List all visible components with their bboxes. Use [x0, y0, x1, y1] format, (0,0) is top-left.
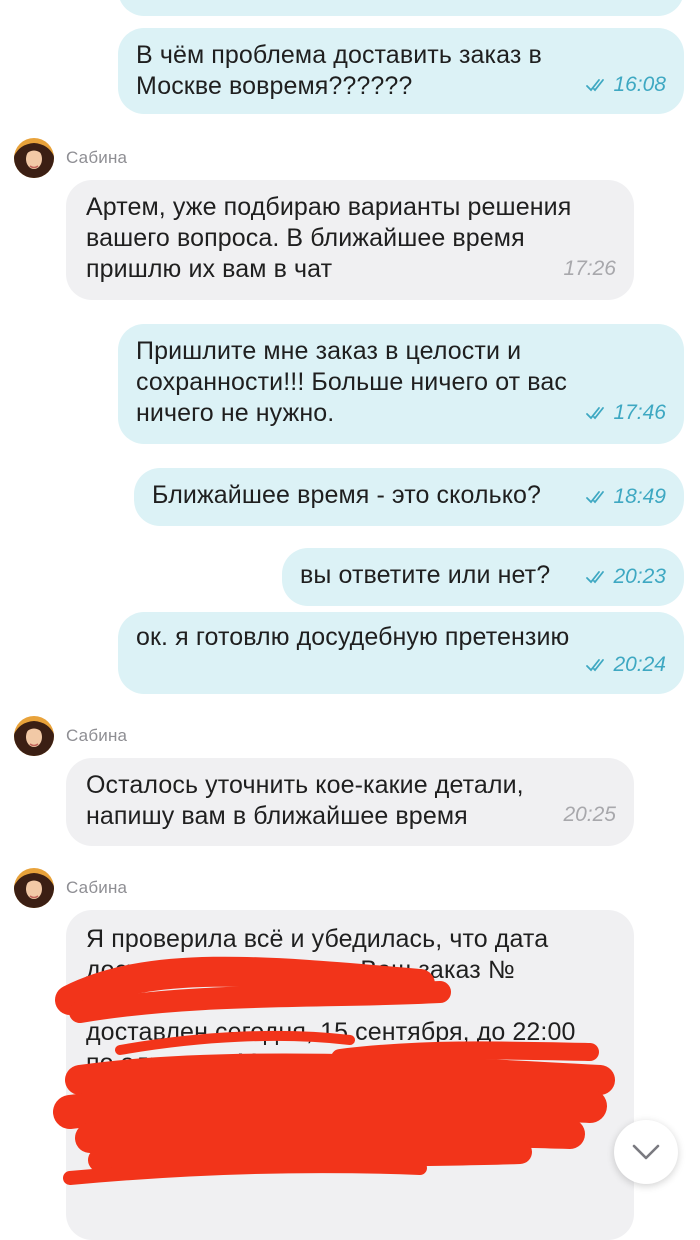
double-check-icon	[586, 490, 605, 503]
chat-view: В чём проблема доставить заказ в Москве …	[0, 0, 700, 1240]
message-bubble-outgoing[interactable]: В чём проблема доставить заказ в Москве …	[118, 28, 684, 114]
message-bubble-incoming[interactable]: Осталось уточнить кое-какие детали, напи…	[66, 758, 634, 846]
message-bubble-outgoing[interactable]: ок. я готовлю досудебную претензию 20:24	[118, 612, 684, 694]
message-time: 17:26	[563, 257, 616, 280]
message-meta: 17:46	[585, 397, 666, 428]
message-bubble-outgoing[interactable]: Ближайшее время - это сколько? 18:49	[134, 468, 684, 526]
message-bubble-outgoing-partial[interactable]	[118, 0, 684, 16]
avatar[interactable]	[14, 138, 54, 178]
message-bubble-outgoing[interactable]: вы ответите или нет? 20:23	[282, 548, 684, 606]
sender-header: Сабина	[14, 138, 127, 178]
message-text: Я проверила всё и убедилась, что дата до…	[86, 925, 576, 1077]
message-time: 20:24	[613, 653, 666, 676]
message-time: 20:23	[613, 565, 666, 588]
message-meta: 17:26	[563, 253, 616, 284]
message-bubble-incoming[interactable]: Я проверила всё и убедилась, что дата до…	[66, 910, 634, 1240]
message-text: Осталось уточнить кое-какие детали, напи…	[86, 771, 524, 830]
avatar[interactable]	[14, 868, 54, 908]
scroll-down-button[interactable]	[614, 1120, 678, 1184]
double-check-icon	[586, 78, 605, 91]
avatar[interactable]	[14, 716, 54, 756]
message-meta: 20:25	[563, 799, 616, 830]
double-check-icon	[586, 658, 605, 671]
message-bubble-incoming[interactable]: Артем, уже подбираю варианты решения ваш…	[66, 180, 634, 300]
sender-header: Сабина	[14, 716, 127, 756]
sender-name: Сабина	[66, 878, 128, 897]
message-meta: 20:24	[585, 649, 666, 680]
message-time: 16:08	[613, 73, 666, 96]
message-meta: 16:08	[585, 69, 666, 100]
message-time: 18:49	[613, 485, 666, 508]
message-meta: 18:49	[585, 481, 666, 512]
sender-header: Сабина	[14, 868, 127, 908]
double-check-icon	[586, 406, 605, 419]
message-time: 17:46	[613, 401, 666, 424]
sender-name: Сабина	[66, 726, 128, 745]
message-bubble-outgoing[interactable]: Пришлите мне заказ в целости и сохраннос…	[118, 324, 684, 444]
message-text: Артем, уже подбираю варианты решения ваш…	[86, 193, 572, 283]
message-time: 20:25	[563, 803, 616, 826]
message-meta: 20:23	[585, 561, 666, 592]
sender-name: Сабина	[66, 148, 128, 167]
chevron-down-icon	[632, 1144, 660, 1160]
double-check-icon	[586, 570, 605, 583]
